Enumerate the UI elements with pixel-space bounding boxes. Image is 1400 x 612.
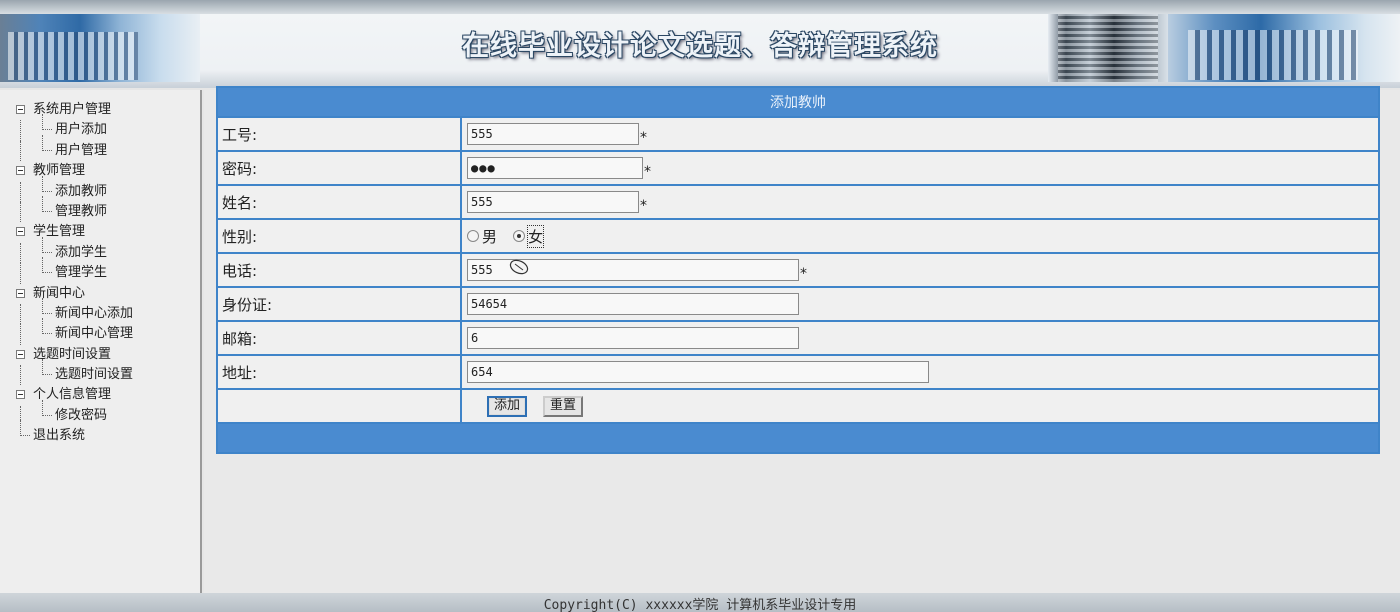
- name-input[interactable]: 555: [467, 191, 639, 213]
- building-image-tower: [1048, 14, 1168, 82]
- add-teacher-form: 添加教帅 工号: 555 * 密码: ●●● * 姓名: 555 * 性别: 男…: [216, 86, 1380, 454]
- form-row-gender: 性别: 男 女: [216, 218, 1380, 254]
- idcard-label: 身份证:: [216, 286, 462, 322]
- nav-item-topic-time-settings[interactable]: 选题时间设置: [14, 359, 133, 386]
- idcard-input[interactable]: 54654: [467, 293, 799, 315]
- collapse-icon[interactable]: [16, 166, 25, 176]
- collapse-icon[interactable]: [16, 227, 25, 237]
- nav-group-news-center[interactable]: 新闻中心: [14, 284, 133, 304]
- nav-item-add-teacher[interactable]: 添加教师: [14, 175, 133, 202]
- password-input[interactable]: ●●●: [467, 157, 643, 179]
- nav-group-student-management[interactable]: 学生管理: [14, 222, 133, 242]
- address-label: 地址:: [216, 354, 462, 390]
- email-label: 邮箱:: [216, 320, 462, 356]
- collapse-icon[interactable]: [16, 105, 25, 114]
- building-image-right: [1168, 14, 1400, 82]
- form-footer-row: [216, 422, 1380, 454]
- nav-item-manage-user[interactable]: 用户管理: [14, 134, 133, 162]
- footer-copyright: Copyright(C) xxxxxx学院 计算机系毕业设计专用: [543, 598, 857, 612]
- nav-tree: 系统用户管理 用户添加 用户管理 教师管理 添加教师 管理教师 学生管理 添加学…: [14, 100, 133, 447]
- nav-group-personal-info[interactable]: 个人信息管理: [14, 385, 133, 405]
- nav-item-add-user[interactable]: 用户添加: [14, 114, 133, 141]
- form-row-idcard: 身份证: 54654: [216, 286, 1380, 322]
- address-input[interactable]: 654: [467, 361, 929, 383]
- nav-group-topic-time[interactable]: 选题时间设置: [14, 345, 133, 365]
- nav-item-change-password[interactable]: 修改密码: [14, 399, 133, 427]
- system-title: 在线毕业设计论文选题、答辩管理系统: [462, 31, 938, 62]
- radio-selected-icon: [513, 230, 526, 242]
- add-teacher-panel: 添加教帅 工号: 555 * 密码: ●●● * 姓名: 555 * 性别: 男…: [216, 86, 1380, 454]
- form-row-address: 地址: 654: [216, 354, 1380, 390]
- email-input[interactable]: 6: [467, 327, 799, 349]
- collapse-icon[interactable]: [16, 349, 25, 359]
- collapse-icon[interactable]: [16, 390, 25, 400]
- gender-radio-male[interactable]: 男: [467, 226, 497, 247]
- required-mark: *: [800, 266, 807, 282]
- required-mark: *: [640, 198, 647, 214]
- form-row-id: 工号: 555 *: [216, 116, 1380, 152]
- header-banner: 在线毕业设计论文选题、答辩管理系统: [0, 0, 1400, 88]
- nav-item-manage-teacher[interactable]: 管理教师: [14, 195, 133, 223]
- password-label: 密码:: [216, 150, 462, 186]
- submit-button[interactable]: 添加: [487, 395, 528, 417]
- gender-radio-female[interactable]: 女: [513, 224, 545, 248]
- required-mark: *: [644, 164, 651, 180]
- name-label: 姓名:: [216, 184, 462, 220]
- nav-item-add-student[interactable]: 添加学生: [14, 236, 133, 264]
- form-title: 添加教帅: [216, 86, 1380, 118]
- banner-top-strip: [0, 0, 1400, 14]
- nav-item-manage-news[interactable]: 新闻中心管理: [14, 318, 133, 345]
- nav-group-user-management[interactable]: 系统用户管理: [14, 100, 133, 120]
- mouse-cursor-icon: [509, 259, 529, 275]
- collapse-icon[interactable]: [16, 288, 25, 298]
- form-row-phone: 电话: 555 *: [216, 252, 1380, 288]
- building-image-left: [0, 14, 200, 82]
- nav-item-manage-student[interactable]: 管理学生: [14, 257, 133, 284]
- reset-button[interactable]: 重置: [543, 395, 584, 417]
- nav-item-add-news[interactable]: 新闻中心添加: [14, 297, 133, 325]
- form-row-name: 姓名: 555 *: [216, 184, 1380, 220]
- nav-group-teacher-management[interactable]: 教师管理: [14, 161, 133, 181]
- form-row-password: 密码: ●●● *: [216, 150, 1380, 186]
- form-row-actions: 添加 重置: [216, 388, 1380, 424]
- phone-label: 电话:: [216, 252, 462, 288]
- nav-item-logout[interactable]: 退出系统: [14, 420, 133, 446]
- form-header-row: 添加教帅: [216, 86, 1380, 118]
- radio-icon: [467, 230, 479, 242]
- sidebar: 系统用户管理 用户添加 用户管理 教师管理 添加教师 管理教师 学生管理 添加学…: [0, 90, 202, 593]
- id-input[interactable]: 555: [467, 123, 639, 145]
- id-label: 工号:: [216, 116, 462, 152]
- form-row-email: 邮箱: 6: [216, 320, 1380, 356]
- required-mark: *: [640, 130, 647, 146]
- gender-label: 性别:: [216, 218, 462, 254]
